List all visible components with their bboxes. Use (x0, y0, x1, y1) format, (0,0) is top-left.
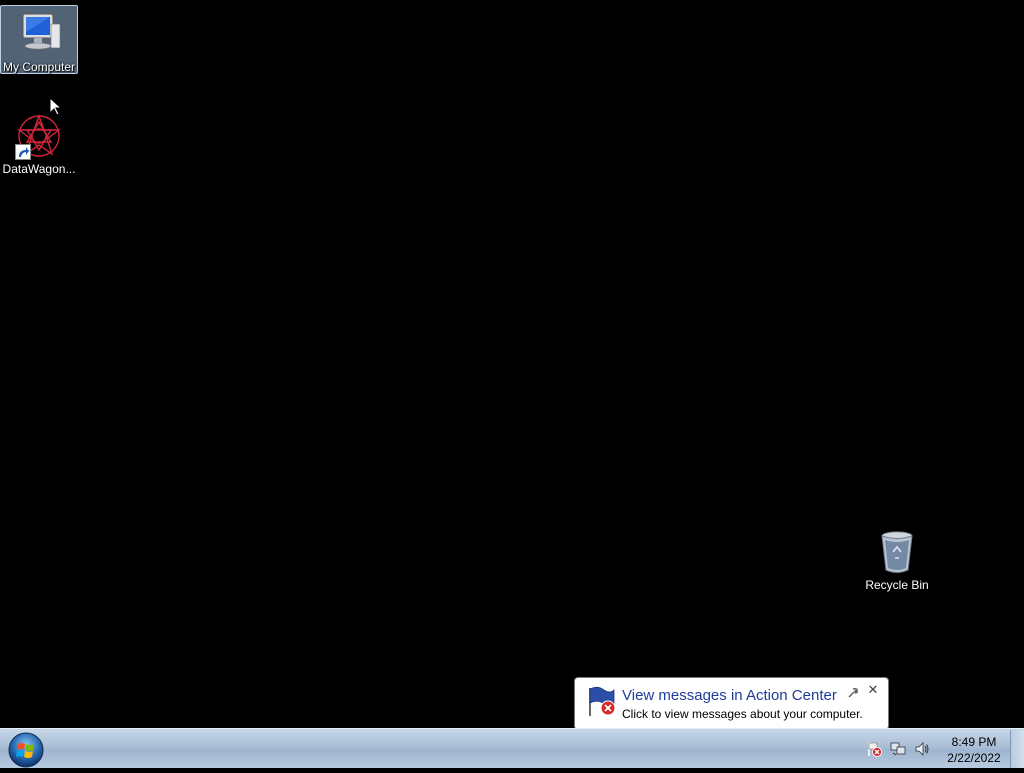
taskbar[interactable]: 8:49 PM 2/22/2022 (0, 728, 1024, 768)
desktop-icon-recycle-bin[interactable]: Recycle Bin (858, 524, 936, 594)
desktop[interactable]: My Computer DataWagon... Recycle Bin (0, 0, 1024, 728)
action-center-notification[interactable]: View messages in Action Center Click to … (574, 677, 889, 743)
network-icon[interactable] (890, 741, 906, 757)
start-button[interactable] (5, 731, 47, 768)
close-icon[interactable]: ✕ (866, 683, 880, 697)
volume-icon[interactable] (914, 741, 930, 757)
desktop-icon-datawagon[interactable]: DataWagon... (0, 108, 78, 178)
recycle-bin-icon (873, 528, 921, 576)
desktop-icon-label: Recycle Bin (865, 578, 929, 592)
clock-time: 8:49 PM (951, 735, 997, 749)
shortcut-arrow-icon (15, 144, 31, 160)
notification-text[interactable]: Click to view messages about your comput… (622, 707, 863, 721)
desktop-icon-label: My Computer (2, 60, 76, 74)
notification-title[interactable]: View messages in Action Center (622, 687, 837, 704)
desktop-icon-label: DataWagon... (2, 162, 76, 176)
show-desktop-button[interactable] (1010, 730, 1024, 768)
action-center-icon[interactable] (866, 741, 882, 757)
clock-date: 2/22/2022 (947, 751, 1001, 765)
mouse-pointer-icon (49, 96, 63, 117)
computer-icon (15, 10, 63, 58)
datawagon-app-icon (15, 112, 63, 160)
wrench-icon[interactable] (847, 686, 859, 698)
action-center-flag-icon (584, 684, 618, 718)
desktop-icon-my-computer[interactable]: My Computer (0, 5, 78, 74)
taskbar-clock[interactable]: 8:49 PM 2/22/2022 (940, 734, 1008, 766)
